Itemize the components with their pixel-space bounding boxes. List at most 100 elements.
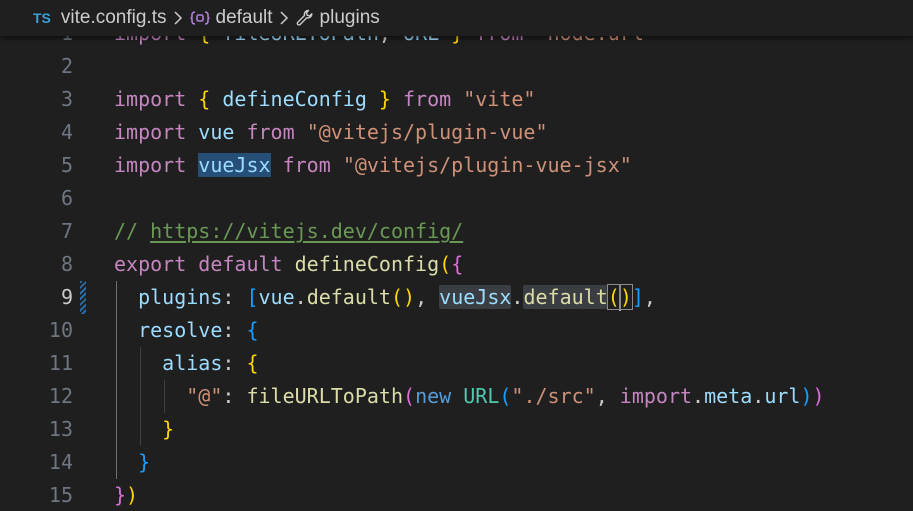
code-line[interactable]: 5 import vueJsx from "@vitejs/plugin-vue-… <box>0 149 913 182</box>
code-token: { <box>451 252 464 276</box>
code-token: import <box>114 120 187 144</box>
code-token: from <box>246 120 295 144</box>
code-line[interactable]: 7 // https://vitejs.dev/config/ <box>0 215 913 248</box>
code-token: fileURLToPath <box>246 384 404 408</box>
chevron-right-icon <box>173 10 183 26</box>
code-token: , <box>595 384 620 408</box>
code-token: default <box>198 252 283 276</box>
code-token: "@" <box>186 384 223 408</box>
code-token: ( <box>499 384 512 408</box>
code-token: ) <box>126 483 139 507</box>
code-token: . <box>692 384 705 408</box>
ts-file-icon: TS <box>33 10 51 26</box>
code-text[interactable]: resolve: { <box>114 314 259 347</box>
line-number: 5 <box>60 153 73 177</box>
line-number: 14 <box>48 450 73 474</box>
code-token: // <box>114 219 151 243</box>
code-token: : <box>222 285 247 309</box>
code-token: import <box>114 153 187 177</box>
code-text[interactable]: // https://vitejs.dev/config/ <box>114 215 463 248</box>
code-token: import <box>114 87 187 111</box>
code-text[interactable]: plugins: [vue.default(), vueJsx.default(… <box>114 281 656 314</box>
code-token: plugins <box>114 285 223 309</box>
line-number: 4 <box>60 120 73 144</box>
git-modified-marker[interactable] <box>80 281 86 314</box>
code-token: url <box>764 384 801 408</box>
code-token: . <box>752 384 765 408</box>
code-token: ] <box>631 285 644 309</box>
line-number: 3 <box>60 87 73 111</box>
code-text[interactable]: } <box>114 446 150 479</box>
code-line[interactable]: 13 } <box>0 413 913 446</box>
line-number: 6 <box>60 186 73 210</box>
symbol-module-icon <box>189 9 211 27</box>
line-number: 13 <box>48 417 73 441</box>
code-token: meta <box>704 384 753 408</box>
code-text[interactable]: alias: { <box>114 347 259 380</box>
code-token: ) <box>812 384 825 408</box>
code-token: { <box>246 351 259 375</box>
code-text[interactable]: "@": fileURLToPath(new URL("./src", impo… <box>114 380 825 413</box>
breadcrumb-symbol-default[interactable]: default <box>189 0 273 36</box>
code-line[interactable]: 15}) <box>0 479 913 511</box>
code-token: : <box>222 318 247 342</box>
code-line[interactable]: 6 <box>0 182 913 215</box>
code-line[interactable]: 9 plugins: [vue.default(), vueJsx.defaul… <box>0 281 913 314</box>
code-token: new <box>415 384 452 408</box>
breadcrumb-file-name: vite.config.ts <box>60 7 167 28</box>
code-line[interactable]: 8 export default defineConfig({ <box>0 248 913 281</box>
code-text[interactable]: } <box>114 413 174 446</box>
code-line[interactable]: 3 import { defineConfig } from "vite" <box>0 83 913 116</box>
code-token: } <box>162 417 175 441</box>
code-token: resolve <box>114 318 223 342</box>
line-number: 2 <box>60 54 73 78</box>
code-token: : <box>222 351 247 375</box>
code-token: ) <box>618 284 633 310</box>
breadcrumb-file[interactable]: TS vite.config.ts <box>0 0 167 36</box>
code-token: import <box>619 384 693 408</box>
code-token: vueJsx <box>439 285 512 309</box>
code-text[interactable]: }) <box>114 479 138 511</box>
code-line[interactable]: 14 } <box>0 446 913 479</box>
code-token: "vite" <box>463 87 536 111</box>
code-token: URL <box>463 384 500 408</box>
code-text[interactable]: import { defineConfig } from "vite" <box>114 83 535 116</box>
breadcrumb-symbol-label: default <box>215 7 273 28</box>
line-number: 15 <box>48 483 73 507</box>
code-token: , <box>415 285 440 309</box>
code-token: defineConfig <box>294 252 440 276</box>
code-token: ( <box>439 252 452 276</box>
code-token: vue <box>186 120 247 144</box>
code-token: from <box>282 153 331 177</box>
code-line[interactable]: 12 "@": fileURLToPath(new URL("./src", i… <box>0 380 913 413</box>
wrench-icon <box>295 8 315 28</box>
code-token: . <box>511 285 524 309</box>
code-token: : <box>222 384 247 408</box>
code-text[interactable]: import vueJsx from "@vitejs/plugin-vue-j… <box>114 149 632 182</box>
code-token: vue <box>258 285 295 309</box>
code-area[interactable]: 1import { fileURLToPath, URL } from "nod… <box>0 17 913 511</box>
code-line[interactable]: 4 import vue from "@vitejs/plugin-vue" <box>0 116 913 149</box>
code-line[interactable]: 11 alias: { <box>0 347 913 380</box>
code-text[interactable]: export default defineConfig({ <box>114 248 463 281</box>
breadcrumb: TS vite.config.ts default plugins <box>0 0 913 36</box>
code-text[interactable]: import vue from "@vitejs/plugin-vue" <box>114 116 548 149</box>
code-token: { <box>246 318 259 342</box>
code-token: alias <box>114 351 223 375</box>
code-line[interactable]: 10 resolve: { <box>0 314 913 347</box>
breadcrumb-symbol-plugins[interactable]: plugins <box>295 0 380 36</box>
code-editor[interactable]: TS vite.config.ts default plugins 2 3 im… <box>0 0 913 511</box>
code-token: } <box>138 450 151 474</box>
code-token: https://vitejs.dev/config/ <box>150 219 464 243</box>
line-number: 9 <box>60 285 73 309</box>
breadcrumb-symbol-label: plugins <box>319 7 380 28</box>
code-line[interactable]: 2 <box>0 50 913 83</box>
code-token: defineConfig <box>210 87 379 111</box>
